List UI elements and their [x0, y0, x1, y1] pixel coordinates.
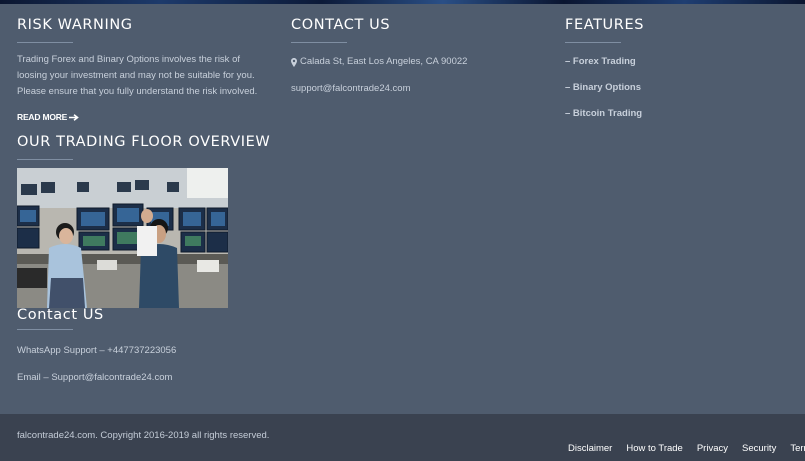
support-email-text: Email – Support@falcontrade24.com	[17, 372, 173, 383]
features-column: FEATURES – Forex Trading – Binary Option…	[565, 4, 795, 120]
risk-column: RISK WARNING Trading Forex and Binary Op…	[17, 4, 277, 160]
trading-floor-image	[17, 168, 228, 308]
feature-link-forex[interactable]: – Forex Trading	[565, 56, 795, 68]
address-line: Calada St, East Los Angeles, CA 90022	[291, 56, 541, 68]
heading-underline	[17, 159, 73, 160]
contact-column: CONTACT US Calada St, East Los Angeles, …	[291, 4, 541, 95]
risk-warning-text: Trading Forex and Binary Options involve…	[17, 54, 258, 97]
contact-title: CONTACT US	[291, 17, 391, 33]
bottom-footer-bar: falcontrade24.com. Copyright 2016-2019 a…	[0, 414, 805, 461]
footer-link-privacy[interactable]: Privacy	[697, 443, 728, 454]
footer-link-terms[interactable]: Terms	[790, 443, 805, 454]
contact-email-text: support@falcontrade24.com	[291, 83, 411, 94]
trading-floor-title: OUR TRADING FLOOR OVERVIEW	[17, 134, 271, 150]
feature-link-binary-options[interactable]: – Binary Options	[565, 82, 795, 94]
footer-link-disclaimer[interactable]: Disclaimer	[568, 443, 612, 454]
contact-us-block-title: Contact US	[17, 307, 104, 323]
heading-underline	[565, 42, 621, 43]
read-more-label: READ MORE	[17, 112, 68, 122]
features-title: FEATURES	[565, 17, 645, 33]
footer-link-security[interactable]: Security	[742, 443, 776, 454]
contact-email-line: support@falcontrade24.com	[291, 83, 541, 95]
risk-warning-title: RISK WARNING	[17, 17, 133, 33]
copyright-text: falcontrade24.com. Copyright 2016-2019 a…	[17, 430, 270, 441]
whatsapp-support-text: WhatsApp Support – +447737223056	[17, 345, 177, 356]
footer-nav: Disclaimer How to Trade Privacy Security…	[568, 443, 805, 454]
contact-us-block: Contact US WhatsApp Support – +447737223…	[17, 306, 277, 386]
heading-underline	[291, 42, 347, 43]
footer-link-how-to-trade[interactable]: How to Trade	[626, 443, 683, 454]
read-more-link[interactable]: READ MORE	[17, 112, 79, 122]
footer-widgets-area: RISK WARNING Trading Forex and Binary Op…	[0, 4, 805, 414]
feature-link-bitcoin[interactable]: – Bitcoin Trading	[565, 108, 795, 120]
heading-underline	[17, 42, 73, 43]
map-marker-icon	[291, 57, 297, 67]
heading-underline	[17, 329, 73, 330]
arrow-right-icon	[69, 113, 79, 121]
address-text: Calada St, East Los Angeles, CA 90022	[300, 56, 468, 67]
